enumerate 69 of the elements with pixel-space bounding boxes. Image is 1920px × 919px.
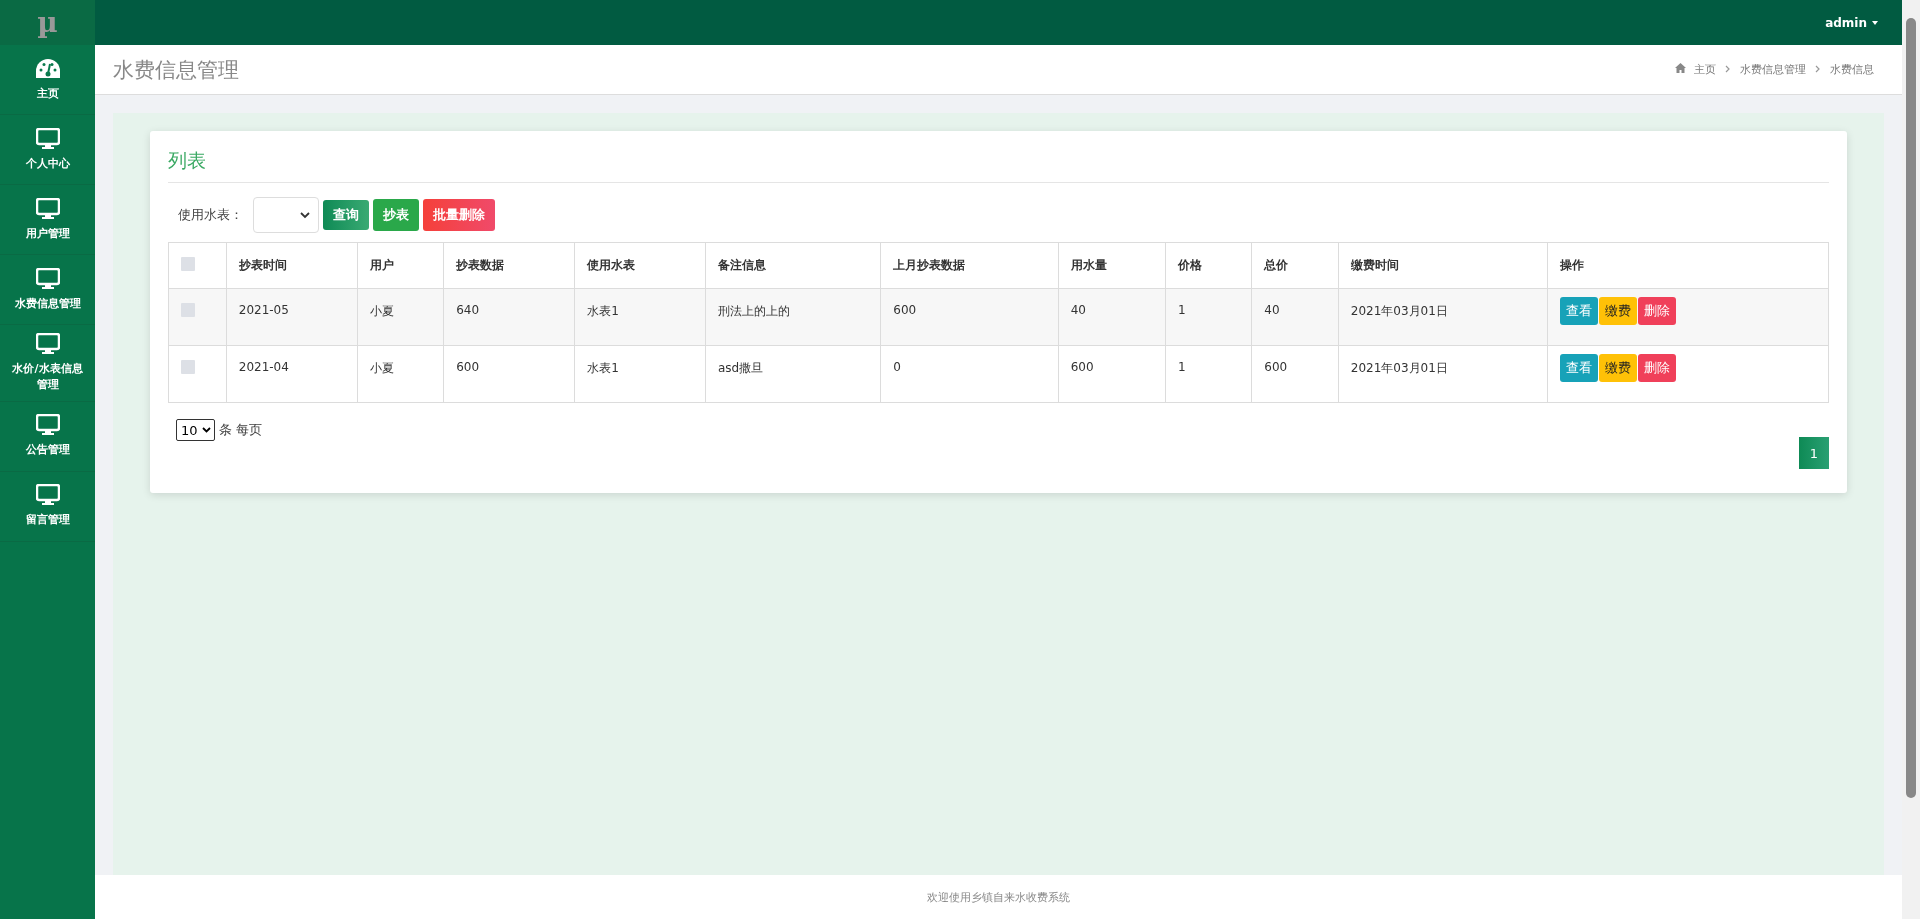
table-cell: 600 <box>1058 345 1166 403</box>
table-cell: 2021年03月01日 <box>1338 345 1548 403</box>
table-cell: asd撒旦 <box>705 345 881 403</box>
table-cell: 640 <box>443 288 575 346</box>
column-header: 使用水表 <box>574 242 706 289</box>
chevron-icon <box>1724 65 1732 73</box>
user-menu[interactable]: admin <box>1825 15 1878 30</box>
row-checkbox[interactable] <box>181 303 195 317</box>
delete-button[interactable]: 删除 <box>1637 354 1676 382</box>
table-cell: 2021年03月01日 <box>1338 288 1548 346</box>
batch-delete-button[interactable]: 批量删除 <box>423 199 495 231</box>
view-button[interactable]: 查看 <box>1559 297 1598 325</box>
pay-button[interactable]: 缴费 <box>1598 297 1637 325</box>
table-cell: 2021-05 <box>226 288 358 346</box>
caret-icon <box>201 427 211 433</box>
logo: µ <box>0 0 95 45</box>
column-header: 用水量 <box>1058 242 1166 289</box>
table-cell: 刑法上的上的 <box>705 288 881 346</box>
monitor-icon <box>35 414 60 437</box>
column-header: 缴费时间 <box>1338 242 1548 289</box>
column-header: 用户 <box>357 242 444 289</box>
monitor-icon <box>35 197 60 220</box>
monitor-icon <box>35 484 60 507</box>
table-cell: 2021-04 <box>226 345 358 403</box>
table-cell: 600 <box>880 288 1059 346</box>
caret-icon <box>300 211 310 219</box>
row-checkbox[interactable] <box>181 360 195 374</box>
table-cell: 600 <box>443 345 575 403</box>
column-header: 价格 <box>1165 242 1252 289</box>
table-cell: 0 <box>880 345 1059 403</box>
column-header: 操作 <box>1547 242 1829 289</box>
page-title: 水费信息管理 <box>113 56 239 84</box>
column-header: 备注信息 <box>705 242 881 289</box>
monitor-icon <box>35 333 60 355</box>
table-cell: 小夏 <box>357 288 444 346</box>
page-size-select[interactable]: 10 <box>176 419 215 441</box>
search-button[interactable]: 查询 <box>323 200 369 230</box>
table-cell: 1 <box>1165 345 1252 403</box>
table-cell: 水表1 <box>574 345 706 403</box>
monitor-icon <box>35 127 60 150</box>
table-cell: 600 <box>1251 345 1339 403</box>
table-cell: 40 <box>1251 288 1339 346</box>
column-header: 上月抄表数据 <box>880 242 1059 289</box>
breadcrumb-link[interactable]: 水费信息管理 <box>1740 62 1806 77</box>
chevron-icon <box>1814 65 1822 73</box>
card-title: 列表 <box>168 148 1829 183</box>
meter-select[interactable] <box>253 197 319 233</box>
table-cell: 40 <box>1058 288 1166 346</box>
page-button[interactable]: 1 <box>1799 437 1829 469</box>
footer-text: 欢迎使用乡镇自来水收费系统 <box>95 875 1902 919</box>
page-size-label: 条 每页 <box>218 421 262 439</box>
column-header: 抄表时间 <box>226 242 358 289</box>
read-meter-button[interactable]: 抄表 <box>373 199 419 231</box>
table-cell: 小夏 <box>357 345 444 403</box>
breadcrumb-link[interactable]: 水费信息 <box>1830 62 1874 77</box>
pay-button[interactable]: 缴费 <box>1598 354 1637 382</box>
table-cell: 水表1 <box>574 288 706 346</box>
select-all-checkbox[interactable] <box>181 257 195 271</box>
monitor-icon <box>35 267 60 290</box>
delete-button[interactable]: 删除 <box>1637 297 1676 325</box>
scrollbar[interactable] <box>1906 18 1916 798</box>
filter-label: 使用水表： <box>178 206 243 224</box>
breadcrumb-link[interactable]: 主页 <box>1694 62 1716 77</box>
column-header: 总价 <box>1251 242 1339 289</box>
column-header: 抄表数据 <box>443 242 575 289</box>
dashboard-icon <box>34 57 61 80</box>
view-button[interactable]: 查看 <box>1559 354 1598 382</box>
home-icon <box>1675 63 1686 73</box>
table-cell: 1 <box>1165 288 1252 346</box>
